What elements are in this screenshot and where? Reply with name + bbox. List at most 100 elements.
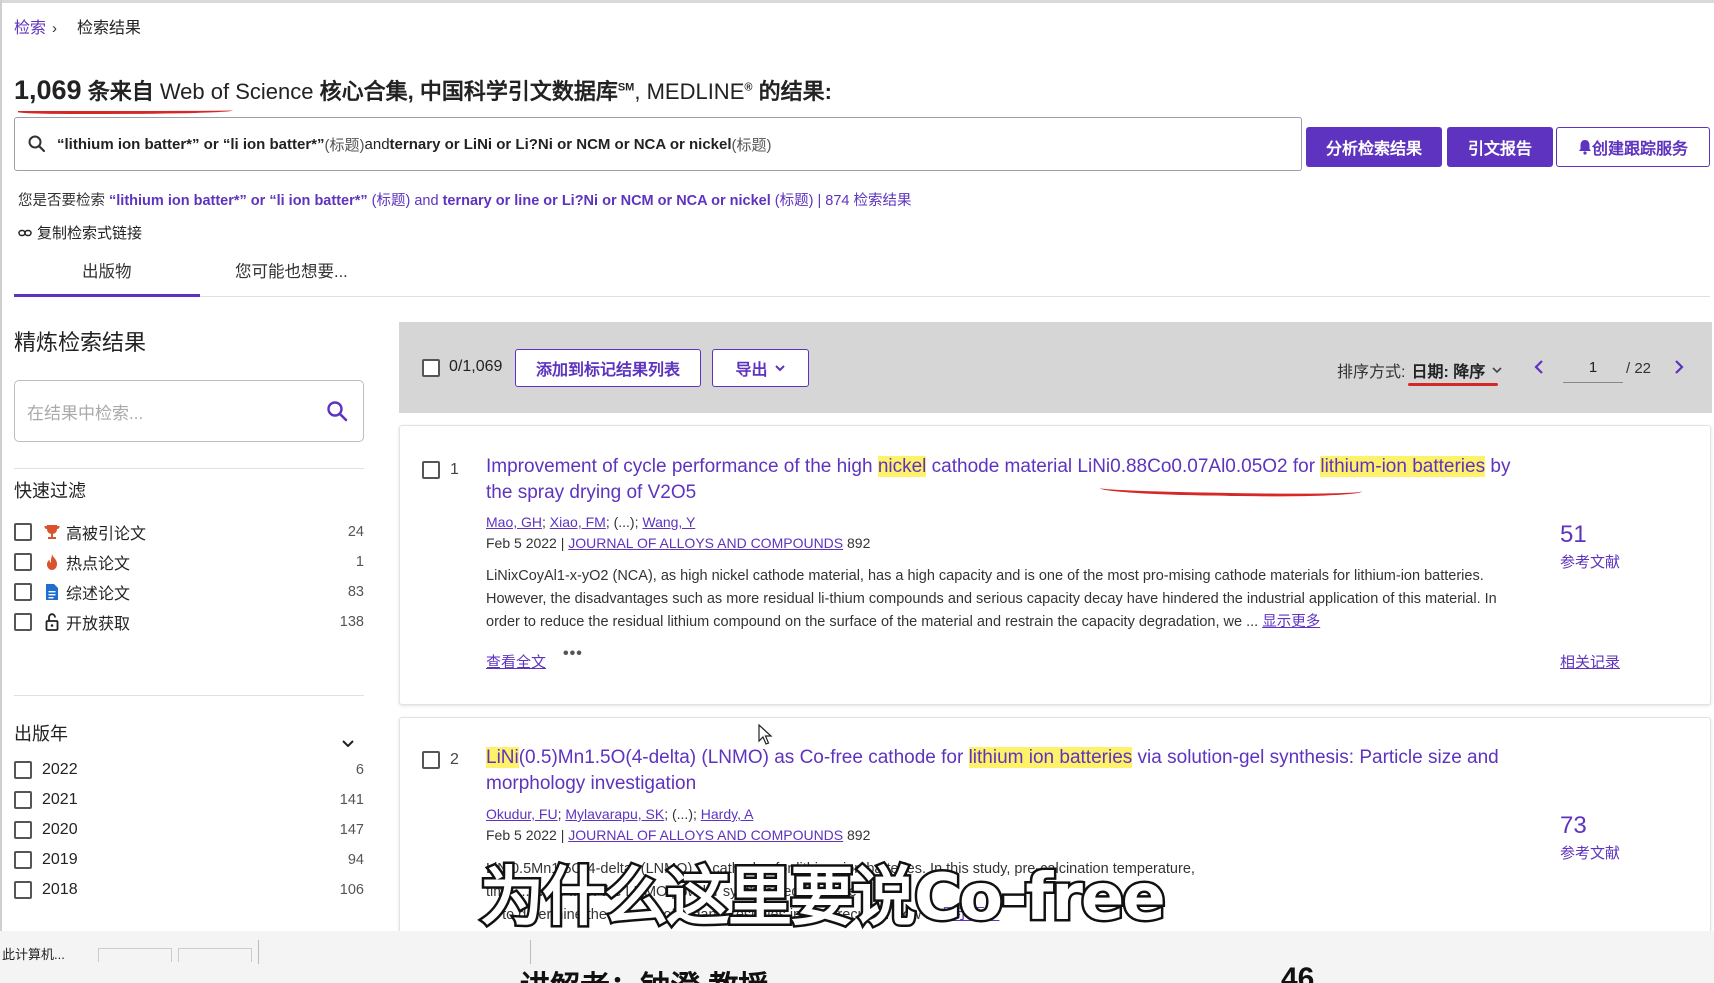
filter-count: 83 xyxy=(347,584,364,600)
breadcrumb-current: 检索结果 xyxy=(77,20,142,37)
journal-link[interactable]: JOURNAL OF ALLOYS AND COMPOUNDS xyxy=(568,827,843,843)
filter-open-access[interactable]: 开放获取 138 xyxy=(14,610,364,634)
dym-part2: ternary or line or Li?Ni or NCM or NCA o… xyxy=(442,193,771,209)
taskbar-label[interactable]: 此计算机... xyxy=(2,944,65,963)
chevron-down-icon[interactable] xyxy=(340,735,356,751)
select-all-checkbox[interactable] xyxy=(422,359,440,377)
year-filter-item[interactable]: 2019 94 xyxy=(14,848,364,872)
full-text-link[interactable]: 查看全文 xyxy=(486,651,546,672)
bell-icon xyxy=(1578,140,1591,155)
export-label: 导出 xyxy=(735,362,768,379)
year-label: 2020 xyxy=(42,821,78,838)
headline-db1: Web of Science xyxy=(159,79,314,104)
checkbox[interactable] xyxy=(14,523,32,541)
citation-report-button[interactable]: 引文报告 xyxy=(1447,127,1553,167)
taskbar-item[interactable] xyxy=(178,948,252,962)
result-checkbox[interactable] xyxy=(422,751,440,769)
checkbox[interactable] xyxy=(14,761,32,779)
year-filter-item[interactable]: 2018 106 xyxy=(14,878,364,902)
year-filter-item[interactable]: 2021 141 xyxy=(14,788,364,812)
reference-label[interactable]: 参考文献 xyxy=(1560,551,1620,572)
reference-count[interactable]: 73 xyxy=(1560,812,1587,840)
checkbox[interactable] xyxy=(14,791,32,809)
sidebar-divider xyxy=(14,695,364,696)
show-more-link[interactable]: 显示更多 xyxy=(1262,614,1320,630)
filter-hot-papers[interactable]: 热点论文 1 xyxy=(14,550,364,574)
export-button[interactable]: 导出 xyxy=(712,349,809,387)
filter-label: 开放获取 xyxy=(66,616,131,633)
results-headline: 1,069 条来自 Web of Science 核心合集, 中国科学引文数据库… xyxy=(14,74,832,106)
tab-publications[interactable]: 出版物 xyxy=(82,258,132,282)
year-filter-item[interactable]: 2022 6 xyxy=(14,758,364,782)
document-icon xyxy=(42,582,62,602)
taskbar-separator xyxy=(530,940,531,964)
result-title-link[interactable]: Improvement of cycle performance of the … xyxy=(486,454,1536,506)
year-count: 147 xyxy=(339,822,364,838)
result-checkbox[interactable] xyxy=(422,461,440,479)
checkbox[interactable] xyxy=(14,583,32,601)
total-pages: / 22 xyxy=(1626,360,1652,377)
quick-filter-title: 快速过滤 xyxy=(14,481,86,501)
query-field2: (标题) xyxy=(731,136,772,154)
breadcrumb-search-link[interactable]: 检索 xyxy=(14,20,46,37)
result-title-link[interactable]: LiNi(0.5)Mn1.5O(4-delta) (LNMO) as Co-fr… xyxy=(486,745,1536,797)
year-filter-item[interactable]: 2020 147 xyxy=(14,818,364,842)
checkbox[interactable] xyxy=(14,881,32,899)
author-link[interactable]: Xiao, FM xyxy=(550,514,606,530)
filter-count: 138 xyxy=(339,614,364,630)
year-label: 2019 xyxy=(42,851,78,868)
filter-highly-cited[interactable]: 高被引论文 24 xyxy=(14,520,364,544)
did-you-mean: 您是否要检索 “lithium ion batter*” or “li ion … xyxy=(18,189,911,210)
more-options-icon[interactable]: ••• xyxy=(563,645,583,663)
page-number-input[interactable]: 1 xyxy=(1563,355,1623,383)
filter-review[interactable]: 综述论文 83 xyxy=(14,580,364,604)
author-link[interactable]: Hardy, A xyxy=(701,806,754,822)
filter-label: 高被引论文 xyxy=(66,526,147,543)
related-records-link[interactable]: 相关记录 xyxy=(1560,651,1620,672)
reference-count[interactable]: 51 xyxy=(1560,521,1587,549)
query-and: and xyxy=(364,135,390,153)
year-filter-title[interactable]: 出版年 xyxy=(14,720,68,746)
title-text: Improvement of cycle performance of the … xyxy=(486,456,878,477)
dym-field1: (标题) and xyxy=(367,193,443,209)
checkbox[interactable] xyxy=(14,553,32,571)
sort-selector[interactable]: 排序方式: 日期: 降序 xyxy=(1337,358,1503,382)
journal-link[interactable]: JOURNAL OF ALLOYS AND COMPOUNDS xyxy=(568,535,843,551)
sort-label: 排序方式: xyxy=(1337,364,1406,381)
checkbox[interactable] xyxy=(14,613,32,631)
refine-search-input[interactable]: 在结果中检索... xyxy=(14,380,364,442)
result-number: 2 xyxy=(450,751,459,768)
query-display[interactable]: “lithium ion batter*” or “li ion batter*… xyxy=(14,117,1302,171)
taskbar-item[interactable] xyxy=(98,948,172,962)
filter-label: 综述论文 xyxy=(66,586,131,603)
search-icon[interactable] xyxy=(325,399,349,423)
tab-you-may-like[interactable]: 您可能也想要... xyxy=(235,258,348,282)
checkbox[interactable] xyxy=(14,851,32,869)
year-label: 2018 xyxy=(42,881,78,898)
copy-query-link[interactable]: 复制检索式链接 xyxy=(18,222,142,243)
breadcrumb-separator-icon: › xyxy=(52,20,58,37)
query-field1: (标题) xyxy=(324,136,365,154)
trophy-icon xyxy=(42,522,62,542)
result-abstract: LiNixCoyAl1-x-yO2 (NCA), as high nickel … xyxy=(486,565,1531,634)
analyze-results-button[interactable]: 分析检索结果 xyxy=(1306,127,1442,167)
open-lock-icon xyxy=(42,612,62,632)
year-count: 106 xyxy=(339,882,364,898)
author-link[interactable]: Wang, Y xyxy=(642,514,695,530)
query-part2: ternary or LiNi or Li?Ni or NCM or NCA o… xyxy=(389,135,732,153)
reference-label[interactable]: 参考文献 xyxy=(1560,842,1620,863)
did-you-mean-link[interactable]: “lithium ion batter*” or “li ion batter*… xyxy=(109,193,911,209)
chevron-right-icon[interactable] xyxy=(1672,358,1686,376)
author-link[interactable]: Mylavarapu, SK xyxy=(565,806,664,822)
author-link[interactable]: Okudur, FU xyxy=(486,806,558,822)
author-separator: ; (...); xyxy=(605,514,643,530)
chevron-left-icon[interactable] xyxy=(1532,358,1546,376)
link-icon xyxy=(18,229,32,236)
filter-label: 热点论文 xyxy=(66,556,131,573)
add-to-marked-list-button[interactable]: 添加到标记结果列表 xyxy=(515,349,701,387)
mouse-cursor-icon xyxy=(758,724,773,745)
checkbox[interactable] xyxy=(14,821,32,839)
create-alert-button[interactable]: 创建跟踪服务 xyxy=(1556,127,1710,167)
refine-search-placeholder: 在结果中检索... xyxy=(27,403,144,423)
author-link[interactable]: Mao, GH xyxy=(486,514,542,530)
